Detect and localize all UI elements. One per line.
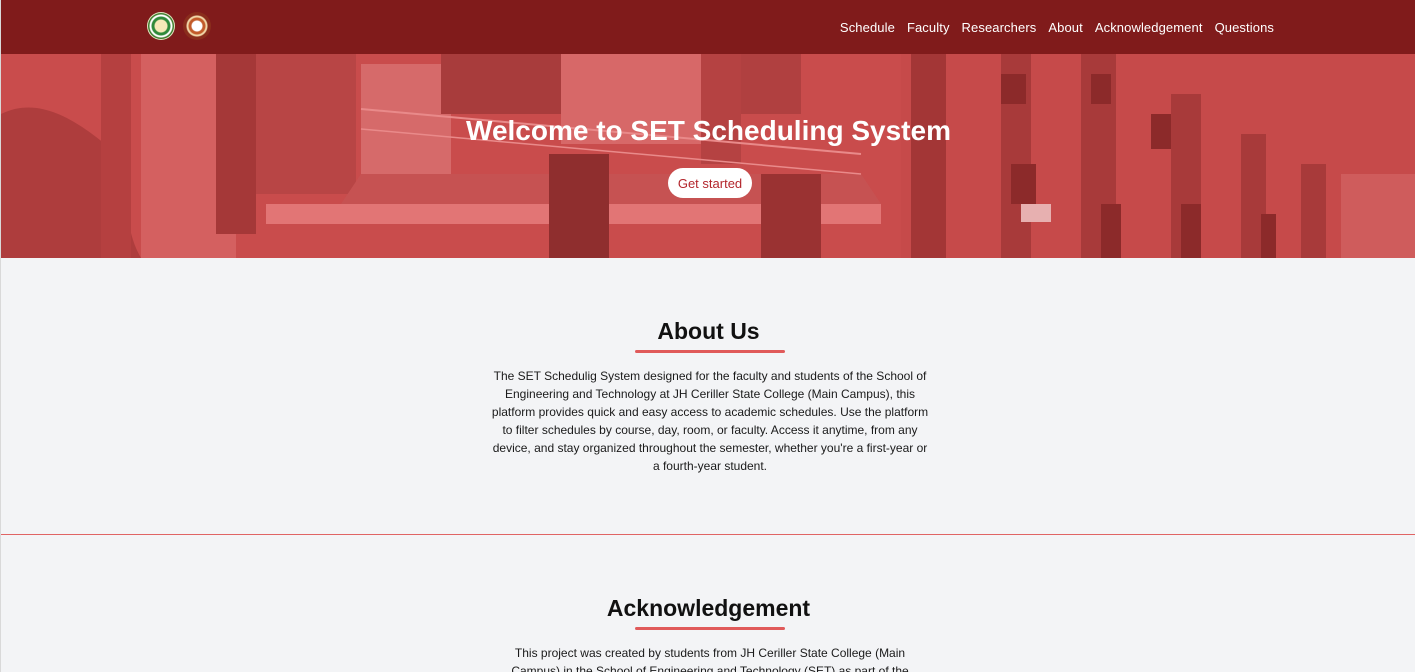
logo-group xyxy=(147,12,211,42)
acknowledgement-title-underline xyxy=(635,627,785,630)
hero-banner: Welcome to SET Scheduling System Get sta… xyxy=(1,54,1415,258)
nav-link-faculty[interactable]: Faculty xyxy=(907,20,950,35)
nav-links: Schedule Faculty Researchers About Ackno… xyxy=(840,0,1274,54)
about-title: About Us xyxy=(657,318,760,344)
school-seal-logo[interactable] xyxy=(147,12,175,40)
nav-link-researchers[interactable]: Researchers xyxy=(962,20,1037,35)
hero-building-background xyxy=(1,54,1415,258)
get-started-button[interactable]: Get started xyxy=(668,168,752,198)
acknowledgement-section: Acknowledgement This project was created… xyxy=(1,535,1415,672)
acknowledgement-text: This project was created by students fro… xyxy=(511,646,909,672)
about-title-underline xyxy=(635,350,785,353)
navbar: Schedule Faculty Researchers About Ackno… xyxy=(1,0,1415,54)
nav-link-about[interactable]: About xyxy=(1048,20,1082,35)
acknowledgement-title: Acknowledgement xyxy=(606,595,811,621)
nav-link-schedule[interactable]: Schedule xyxy=(840,20,895,35)
about-text: The SET Schedulig System designed for th… xyxy=(491,369,929,473)
department-seal-logo[interactable] xyxy=(183,12,211,40)
nav-link-questions[interactable]: Questions xyxy=(1215,20,1274,35)
about-section: About Us The SET Schedulig System design… xyxy=(1,258,1415,534)
page: Schedule Faculty Researchers About Ackno… xyxy=(0,0,1415,672)
hero-title: Welcome to SET Scheduling System xyxy=(466,115,951,146)
nav-link-acknowledgement[interactable]: Acknowledgement xyxy=(1095,20,1203,35)
